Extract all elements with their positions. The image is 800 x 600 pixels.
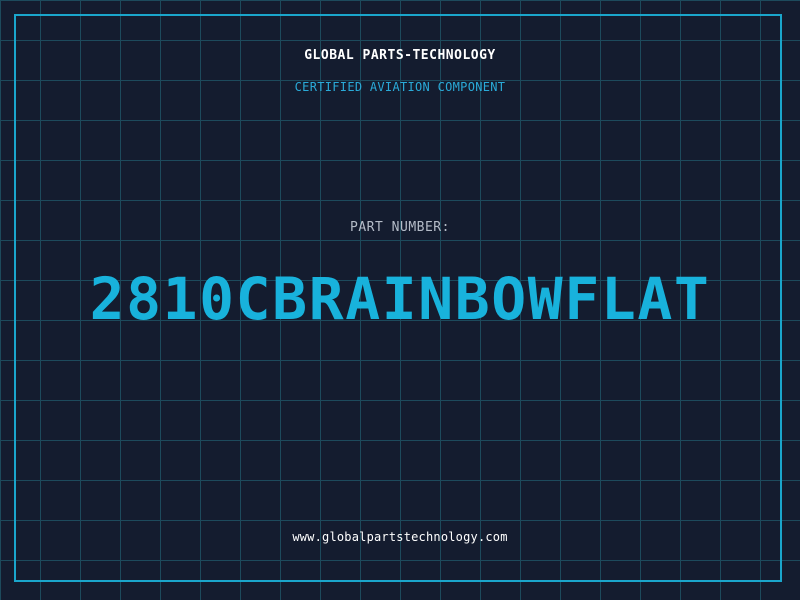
part-number-label: PART NUMBER: — [350, 220, 450, 235]
certification-tagline: CERTIFIED AVIATION COMPONENT — [294, 80, 506, 94]
part-number-value: 2810CBRAINBOWFLAT — [89, 265, 711, 333]
company-name: GLOBAL PARTS-TECHNOLOGY — [304, 48, 496, 63]
website-url: www.globalpartstechnology.com — [292, 530, 508, 544]
blueprint-canvas: GLOBAL PARTS-TECHNOLOGY CERTIFIED AVIATI… — [0, 0, 800, 600]
